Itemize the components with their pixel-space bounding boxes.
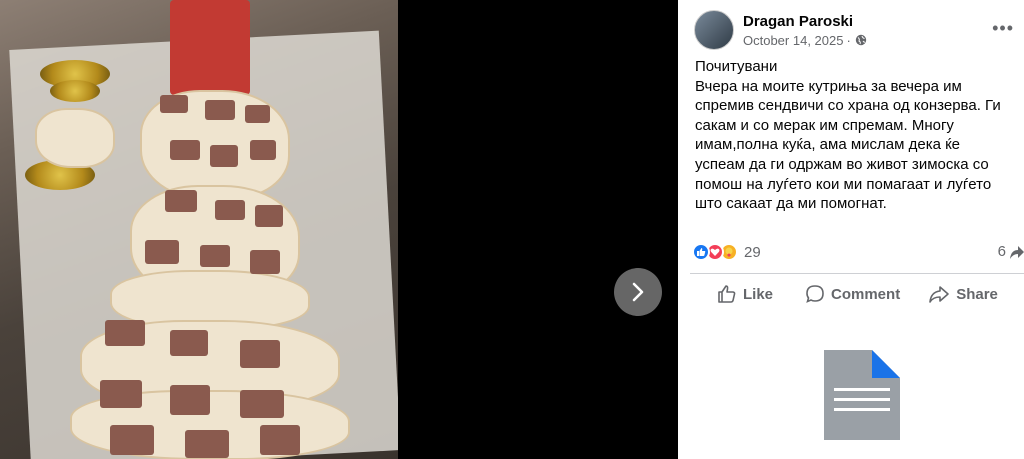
globe-icon (855, 34, 867, 46)
post-line: спремив сендвичи со храна од конзерва. Г… (695, 97, 1001, 115)
post-text: Почитувани Вчера на моите кутриња за веч… (695, 57, 1015, 214)
comment-icon (806, 285, 824, 303)
like-icon (692, 243, 710, 261)
share-label: Share (956, 285, 998, 303)
more-options-icon[interactable]: ••• (992, 18, 1014, 39)
share-count-number: 6 (997, 243, 1006, 260)
action-bar: Like Comment Share (690, 276, 1024, 312)
post-line: успеам да ги одржам во живот зимоска со (695, 155, 989, 173)
post-line: Вчера на моите кутриња за вечера им (695, 77, 962, 95)
share-count[interactable]: 6 (998, 243, 1024, 260)
post-photo (0, 0, 398, 459)
next-photo-button[interactable] (614, 268, 662, 316)
divider (690, 273, 1024, 274)
like-label: Like (743, 285, 774, 303)
document-icon (824, 350, 900, 445)
reaction-summary[interactable]: 29 (692, 243, 761, 261)
comment-button[interactable]: Comment (805, 284, 900, 304)
share-arrow-icon (1010, 245, 1024, 259)
post-line: помош на луѓето кои ми помагаат и луѓето (695, 175, 992, 193)
post-line: Почитувани (695, 58, 778, 75)
thumbs-up-icon (718, 285, 736, 303)
post-meta: October 14, 2025 · (743, 33, 867, 48)
post-date[interactable]: October 14, 2025 (743, 33, 843, 48)
chevron-right-icon (632, 282, 644, 302)
reaction-count: 29 (744, 243, 761, 261)
post-panel: Dragan Paroski October 14, 2025 · ••• По… (678, 0, 1024, 459)
post-line: сакам и со мерак им спремам. Многу (695, 116, 954, 134)
comment-label: Comment (831, 285, 901, 303)
media-viewer (0, 0, 678, 459)
share-button[interactable]: Share (928, 284, 998, 304)
post-line: што сакаат да ми помогнат. (695, 195, 887, 213)
author-name[interactable]: Dragan Paroski (743, 13, 867, 30)
like-button[interactable]: Like (717, 284, 773, 304)
avatar[interactable] (694, 10, 734, 50)
post-line: имам,полна куќа, ама мислам дека ќе (695, 136, 960, 154)
post-header: Dragan Paroski October 14, 2025 · (694, 10, 867, 50)
share-icon (929, 286, 949, 303)
